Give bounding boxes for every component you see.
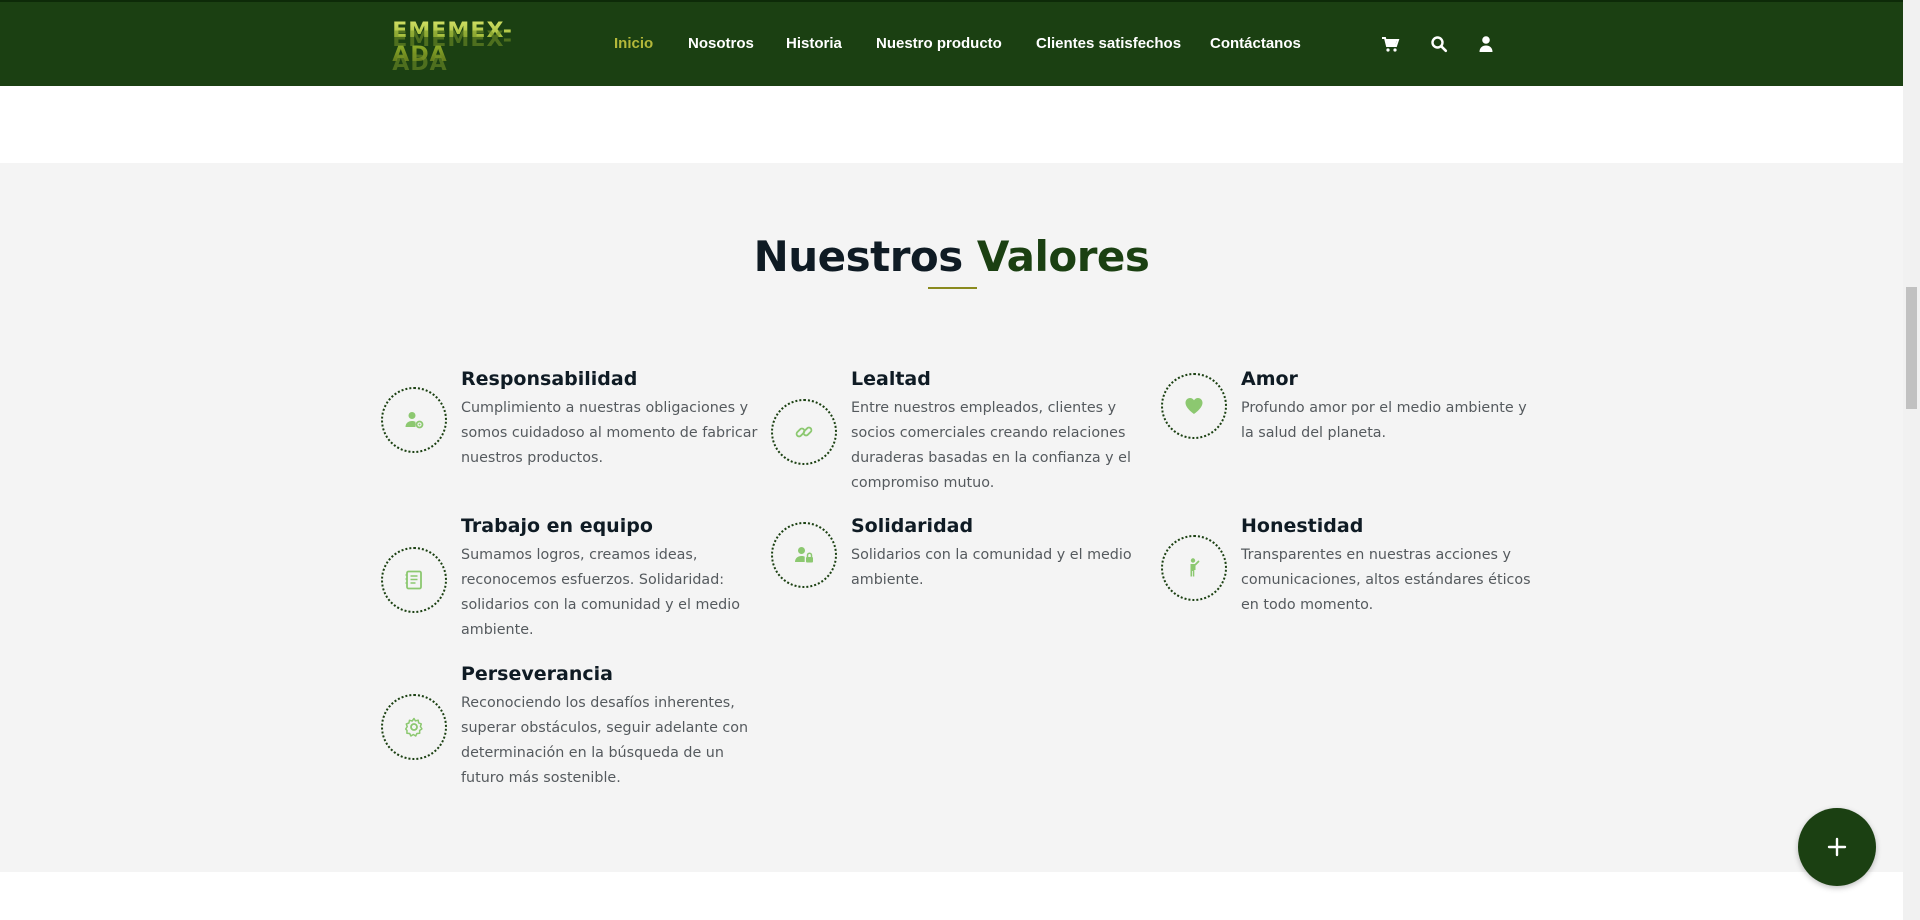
nav-clientes-satisfechos[interactable]: Clientes satisfechos bbox=[1036, 35, 1181, 52]
value-text: Reconociendo los desafíos inherentes, su… bbox=[461, 695, 749, 786]
value-text: Transparentes en nuestras acciones y com… bbox=[1241, 547, 1531, 613]
heart-icon bbox=[1161, 373, 1227, 439]
title-underline bbox=[928, 287, 977, 289]
user-icon[interactable] bbox=[1476, 34, 1496, 54]
value-title: Perseverancia bbox=[461, 663, 613, 685]
plus-icon bbox=[1827, 837, 1847, 857]
nav-historia[interactable]: Historia bbox=[786, 35, 842, 52]
value-title: Responsabilidad bbox=[461, 368, 638, 390]
section-title: Nuestros Valores bbox=[0, 232, 1903, 281]
scrollbar-thumb[interactable] bbox=[1906, 287, 1917, 409]
value-title: Trabajo en equipo bbox=[461, 515, 653, 537]
user-gear-icon bbox=[381, 387, 447, 453]
section-title-part2: Valores bbox=[976, 232, 1150, 281]
nav-nosotros[interactable]: Nosotros bbox=[688, 35, 754, 52]
nav-inicio[interactable]: Inicio bbox=[614, 35, 653, 52]
nav-nuestro-producto[interactable]: Nuestro producto bbox=[876, 35, 1002, 52]
value-title: Lealtad bbox=[851, 368, 931, 390]
value-text: Solidarios con la comunidad y el medio a… bbox=[851, 547, 1132, 588]
gear-icon bbox=[381, 694, 447, 760]
nav-contactanos[interactable]: Contáctanos bbox=[1210, 35, 1301, 52]
search-icon[interactable] bbox=[1429, 34, 1449, 54]
logo[interactable]: EMEMEX-ADA bbox=[392, 18, 552, 66]
site-header: EMEMEX-ADA Inicio Nosotros Historia Nues… bbox=[0, 0, 1903, 86]
cart-icon[interactable] bbox=[1380, 34, 1400, 54]
value-title: Amor bbox=[1241, 368, 1298, 390]
user-lock-icon bbox=[771, 522, 837, 588]
document-icon bbox=[381, 547, 447, 613]
link-icon bbox=[771, 399, 837, 465]
person-icon bbox=[1161, 535, 1227, 601]
floating-add-button[interactable] bbox=[1798, 808, 1876, 886]
value-text: Entre nuestros empleados, clientes y soc… bbox=[851, 400, 1131, 491]
value-title: Solidaridad bbox=[851, 515, 974, 537]
value-title: Honestidad bbox=[1241, 515, 1364, 537]
scrollbar-track[interactable] bbox=[1903, 0, 1920, 920]
value-text: Profundo amor por el medio ambiente y la… bbox=[1241, 400, 1527, 441]
section-title-part1: Nuestros bbox=[753, 232, 964, 281]
value-text: Cumplimiento a nuestras obligaciones y s… bbox=[461, 400, 758, 466]
value-text: Sumamos logros, creamos ideas, reconocem… bbox=[461, 547, 740, 638]
